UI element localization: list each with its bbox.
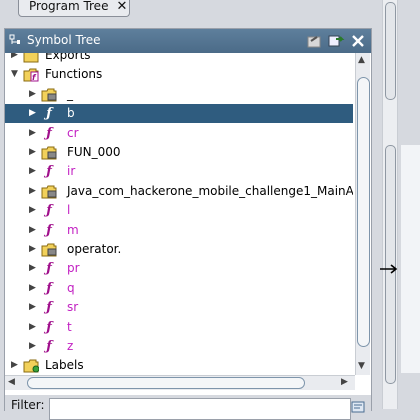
expand-right-icon[interactable]: ▶ <box>29 322 39 332</box>
symbol-tree-icon <box>9 34 20 44</box>
tree-item-function[interactable]: ▶ ƒ m <box>5 221 353 240</box>
tree-item-function[interactable]: ▶ ƒ q <box>5 279 353 298</box>
labels-folder-icon <box>23 359 39 373</box>
tree-item-folder[interactable]: ▶ Java_com_hackerone_mobile_challenge1_Ma… <box>5 182 353 201</box>
tree-item-folder[interactable]: ▶ operator. <box>5 240 353 259</box>
function-icon: ƒ <box>46 125 52 141</box>
tree-item-function[interactable]: ▶ ƒ t <box>5 318 353 337</box>
expand-right-icon[interactable]: ▶ <box>29 128 39 138</box>
tree-item-label: q <box>67 280 75 295</box>
scroll-down-arrow-icon[interactable]: ▼ <box>358 361 365 371</box>
tree-item-function[interactable]: ▶ ƒ cr <box>5 124 353 143</box>
tree-item-folder[interactable]: ▶ Exports <box>5 53 353 65</box>
tree-item-label: sr <box>67 300 79 315</box>
expand-right-icon[interactable]: ▶ <box>29 147 39 157</box>
expand-right-icon[interactable]: ▶ <box>29 205 39 215</box>
tree-item-label: cr <box>67 125 79 140</box>
namespace-folder-icon <box>41 88 57 102</box>
function-icon: ƒ <box>46 339 52 354</box>
expand-right-icon[interactable]: ▶ <box>29 302 39 312</box>
close-icon[interactable]: ✕ <box>116 0 127 14</box>
outer-scroll-thumb-top[interactable] <box>385 2 396 100</box>
expand-right-icon[interactable]: ▶ <box>29 89 39 99</box>
resize-arrow-icon[interactable] <box>379 263 399 275</box>
function-icon: ƒ <box>46 280 52 296</box>
tree-item-folder[interactable]: ▶ Labels <box>5 356 353 375</box>
expand-right-icon[interactable]: ▶ <box>29 283 39 293</box>
filter-bar: Filter: <box>5 395 371 420</box>
horizontal-scrollbar[interactable]: ◀ ▶ <box>5 375 355 390</box>
tree-item-folder[interactable]: ▶ _ <box>5 85 353 104</box>
tree-item-label: ir <box>67 164 76 179</box>
tree-item-label: b <box>67 106 75 121</box>
function-icon: ƒ <box>46 203 52 219</box>
scroll-left-arrow-icon[interactable]: ◀ <box>8 377 15 387</box>
tree-item-label: Labels <box>45 358 84 373</box>
tree-item-function[interactable]: ▶ ƒ z <box>5 337 353 356</box>
tab-program-tree[interactable]: Program Tree ✕ <box>18 0 130 17</box>
snapshot-icon[interactable] <box>327 32 345 50</box>
tree-item-label: pr <box>67 261 80 276</box>
filter-label: Filter: <box>11 398 45 412</box>
vertical-scroll-thumb[interactable] <box>357 77 370 347</box>
filter-options-icon[interactable] <box>351 400 365 414</box>
function-icon: ƒ <box>46 106 52 122</box>
function-icon: ƒ <box>46 261 52 277</box>
tree-item-folder[interactable]: ▶ FUN_000 <box>5 143 353 162</box>
expand-right-icon[interactable]: ▶ <box>29 263 39 273</box>
function-icon: ƒ <box>46 300 52 316</box>
function-icon: ƒ <box>46 222 52 238</box>
expand-right-icon[interactable]: ▶ <box>29 225 39 235</box>
namespace-folder-icon <box>41 243 57 257</box>
tree-item-label: operator. <box>67 242 122 256</box>
tree-item-label: t <box>67 319 72 334</box>
right-sidebar <box>377 0 420 409</box>
namespace-folder-icon <box>41 146 57 160</box>
expand-down-icon[interactable]: ▼ <box>11 69 21 79</box>
close-icon[interactable] <box>349 32 367 50</box>
expand-right-icon[interactable]: ▶ <box>29 166 39 176</box>
tree-item-label: _ <box>67 86 73 101</box>
tree-item-label: z <box>67 339 74 353</box>
horizontal-scroll-thumb[interactable] <box>27 377 305 389</box>
tab-label: Program Tree <box>29 0 109 13</box>
expand-right-icon[interactable]: ▶ <box>29 341 39 351</box>
symbol-tree-panel: Symbol Tree ▶ Exports ▼ f Functions ▶ _ ▶ ƒ b ▶ ƒ cr… <box>4 28 372 420</box>
tree-item-function[interactable]: ▶ ƒ b <box>5 104 353 124</box>
scroll-right-arrow-icon[interactable]: ▶ <box>341 377 348 387</box>
outer-vertical-scrollbar[interactable] <box>382 0 398 409</box>
tab-bar: Program Tree ✕ <box>0 0 375 26</box>
functions-folder-icon: f <box>23 68 39 82</box>
tree-item-function[interactable]: ▶ ƒ pr <box>5 259 353 278</box>
right-pane <box>401 145 420 373</box>
namespace-folder-icon <box>41 185 57 199</box>
filter-input[interactable] <box>49 398 351 420</box>
vertical-scrollbar[interactable]: ▲ ▼ <box>355 53 370 375</box>
folder-icon <box>23 53 39 63</box>
symbol-tree[interactable]: ▶ Exports ▼ f Functions ▶ _ ▶ ƒ b ▶ ƒ cr ▶ FUN_000 ▶ ƒ ir… <box>5 53 353 375</box>
tree-item-function[interactable]: ▶ ƒ sr <box>5 298 353 317</box>
tree-item-label: l <box>67 203 71 218</box>
expand-right-icon[interactable]: ▶ <box>11 360 21 370</box>
expand-right-icon[interactable]: ▶ <box>29 186 39 196</box>
tree-item-folder[interactable]: ▼ f Functions <box>5 65 353 84</box>
expand-right-icon[interactable]: ▶ <box>11 53 21 60</box>
expand-right-icon[interactable]: ▶ <box>29 244 39 254</box>
pin-icon[interactable] <box>305 32 323 50</box>
tree-item-function[interactable]: ▶ ƒ ir <box>5 162 353 181</box>
function-icon: ƒ <box>46 164 52 180</box>
tree-item-label: Functions <box>45 67 103 82</box>
function-icon: ƒ <box>46 319 52 335</box>
tree-item-label: m <box>67 222 79 237</box>
panel-title-bar: Symbol Tree <box>5 29 371 53</box>
tree-item-label: Java_com_hackerone_mobile_challenge1_Mai… <box>67 183 353 198</box>
scroll-up-arrow-icon[interactable]: ▲ <box>358 55 365 65</box>
tree-item-function[interactable]: ▶ ƒ l <box>5 201 353 220</box>
panel-title: Symbol Tree <box>27 33 101 47</box>
expand-right-icon[interactable]: ▶ <box>29 108 39 118</box>
tree-item-label: FUN_000 <box>67 145 121 159</box>
tree-item-label: Exports <box>45 53 91 62</box>
